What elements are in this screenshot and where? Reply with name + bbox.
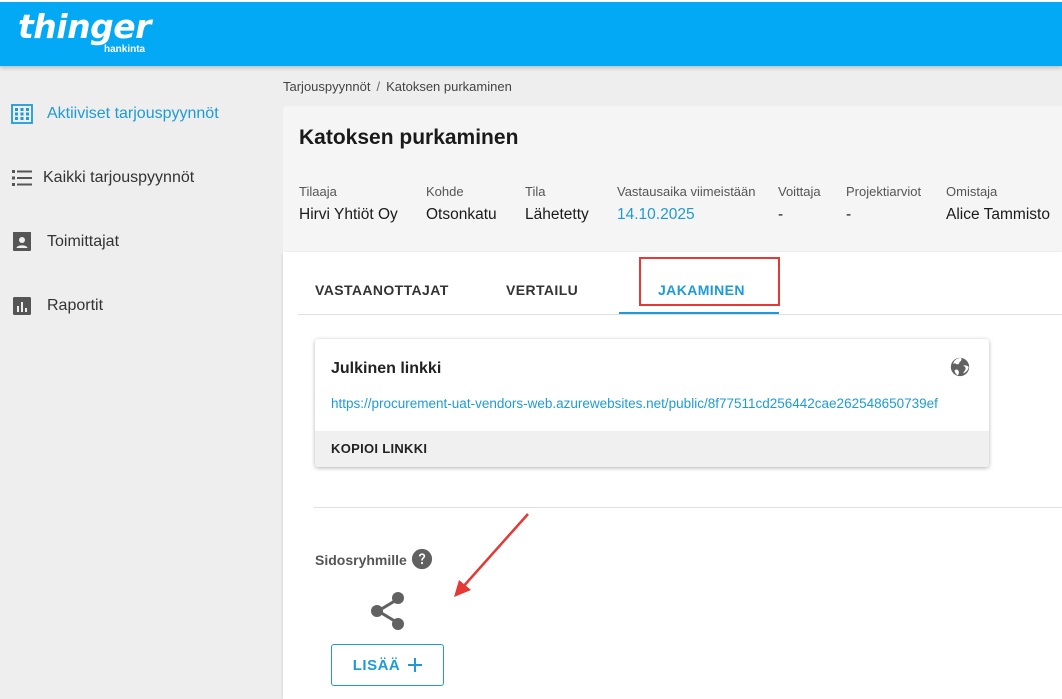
logo-text: thinger <box>18 7 151 46</box>
breadcrumb: Tarjouspyynnöt / Katoksen purkaminen <box>283 79 512 94</box>
field-label: Tila <box>525 184 546 199</box>
sidebar-item-active-requests[interactable]: Aktiiviset tarjouspyynnöt <box>0 94 270 134</box>
add-stakeholder-button[interactable]: LISÄÄ <box>331 644 444 686</box>
sidebar-item-label: Raportit <box>47 297 104 314</box>
thinger-logo[interactable]: thinger hankinta <box>18 7 151 56</box>
tab-recipients[interactable]: VASTAANOTTAJAT <box>315 282 449 298</box>
field-value: Lähetetty <box>525 206 589 223</box>
globe-icon <box>950 357 970 377</box>
list-icon <box>12 170 32 186</box>
field-site: Kohde Otsonkatu <box>426 184 497 225</box>
field-project-estimates: Projektiarviot - <box>846 184 921 225</box>
contact-card-icon <box>13 232 31 251</box>
field-value: Hirvi Yhtiöt Oy <box>299 206 398 223</box>
add-button-label: LISÄÄ <box>352 656 401 674</box>
stakeholders-label: Sidosryhmille <box>315 552 407 568</box>
field-label: Vastausaika viimeistään <box>617 184 756 199</box>
deadline-link[interactable]: 14.10.2025 <box>617 205 756 225</box>
logo-subtitle: hankinta <box>104 44 146 55</box>
sidebar-item-label: Toimittajat <box>47 233 120 250</box>
public-link-title: Julkinen linkki <box>331 360 442 377</box>
field-status: Tila Lähetetty <box>525 184 589 225</box>
active-tab-indicator <box>619 312 779 314</box>
help-icon[interactable] <box>411 548 433 570</box>
field-label: Tilaaja <box>299 184 337 199</box>
field-deadline: Vastausaika viimeistään 14.10.2025 <box>617 184 756 225</box>
public-link-card: Julkinen linkki https://procurement-uat-… <box>315 339 989 467</box>
share-icon <box>371 592 404 630</box>
copy-link-button[interactable]: KOPIOI LINKKI <box>331 441 427 456</box>
sidebar-item-all-requests[interactable]: Kaikki tarjouspyynnöt <box>0 158 270 198</box>
field-label: Projektiarviot <box>846 184 922 199</box>
breadcrumb-separator: / <box>376 79 381 94</box>
annotation-arrow <box>454 513 529 597</box>
breadcrumb-current: Katoksen purkaminen <box>386 79 512 94</box>
field-label: Kohde <box>426 184 464 199</box>
sidebar: Aktiiviset tarjouspyynnöt Kaikki tarjous… <box>0 66 270 699</box>
field-label: Omistaja <box>946 184 998 199</box>
tab-comparison[interactable]: VERTAILU <box>506 282 578 298</box>
plus-icon <box>408 658 423 672</box>
breadcrumb-link-requests[interactable]: Tarjouspyynnöt <box>283 79 370 94</box>
field-winner: Voittaja - <box>778 184 821 225</box>
sidebar-item-suppliers[interactable]: Toimittajat <box>0 222 270 262</box>
field-value: Otsonkatu <box>426 206 497 223</box>
app-header: thinger hankinta <box>0 0 1062 66</box>
sharing-panel: VASTAANOTTAJAT VERTAILU JAKAMINEN Julkin… <box>283 252 1062 699</box>
field-value: - <box>846 206 852 223</box>
public-link-url[interactable]: https://procurement-uat-vendors-web.azur… <box>331 396 938 411</box>
section-divider <box>314 507 1062 508</box>
field-orderer: Tilaaja Hirvi Yhtiöt Oy <box>299 184 398 225</box>
grid-icon <box>11 104 33 124</box>
field-value: - <box>778 206 784 223</box>
sidebar-item-reports[interactable]: Raportit <box>0 286 270 326</box>
sidebar-item-label: Kaikki tarjouspyynnöt <box>43 169 195 186</box>
tab-bar: VASTAANOTTAJAT VERTAILU JAKAMINEN <box>298 252 1062 315</box>
bar-chart-icon <box>13 297 31 315</box>
link-card-actions: KOPIOI LINKKI <box>315 431 989 467</box>
sidebar-item-label: Aktiiviset tarjouspyynnöt <box>47 105 219 122</box>
request-summary: Katoksen purkaminen Tilaaja Hirvi Yhtiöt… <box>283 106 1062 252</box>
field-value: Alice Tammisto <box>946 206 1050 223</box>
annotation-highlight-box <box>639 257 780 306</box>
page-title: Katoksen purkaminen <box>299 126 519 149</box>
field-label: Voittaja <box>778 184 821 199</box>
field-owner: Omistaja Alice Tammisto <box>946 184 1050 225</box>
